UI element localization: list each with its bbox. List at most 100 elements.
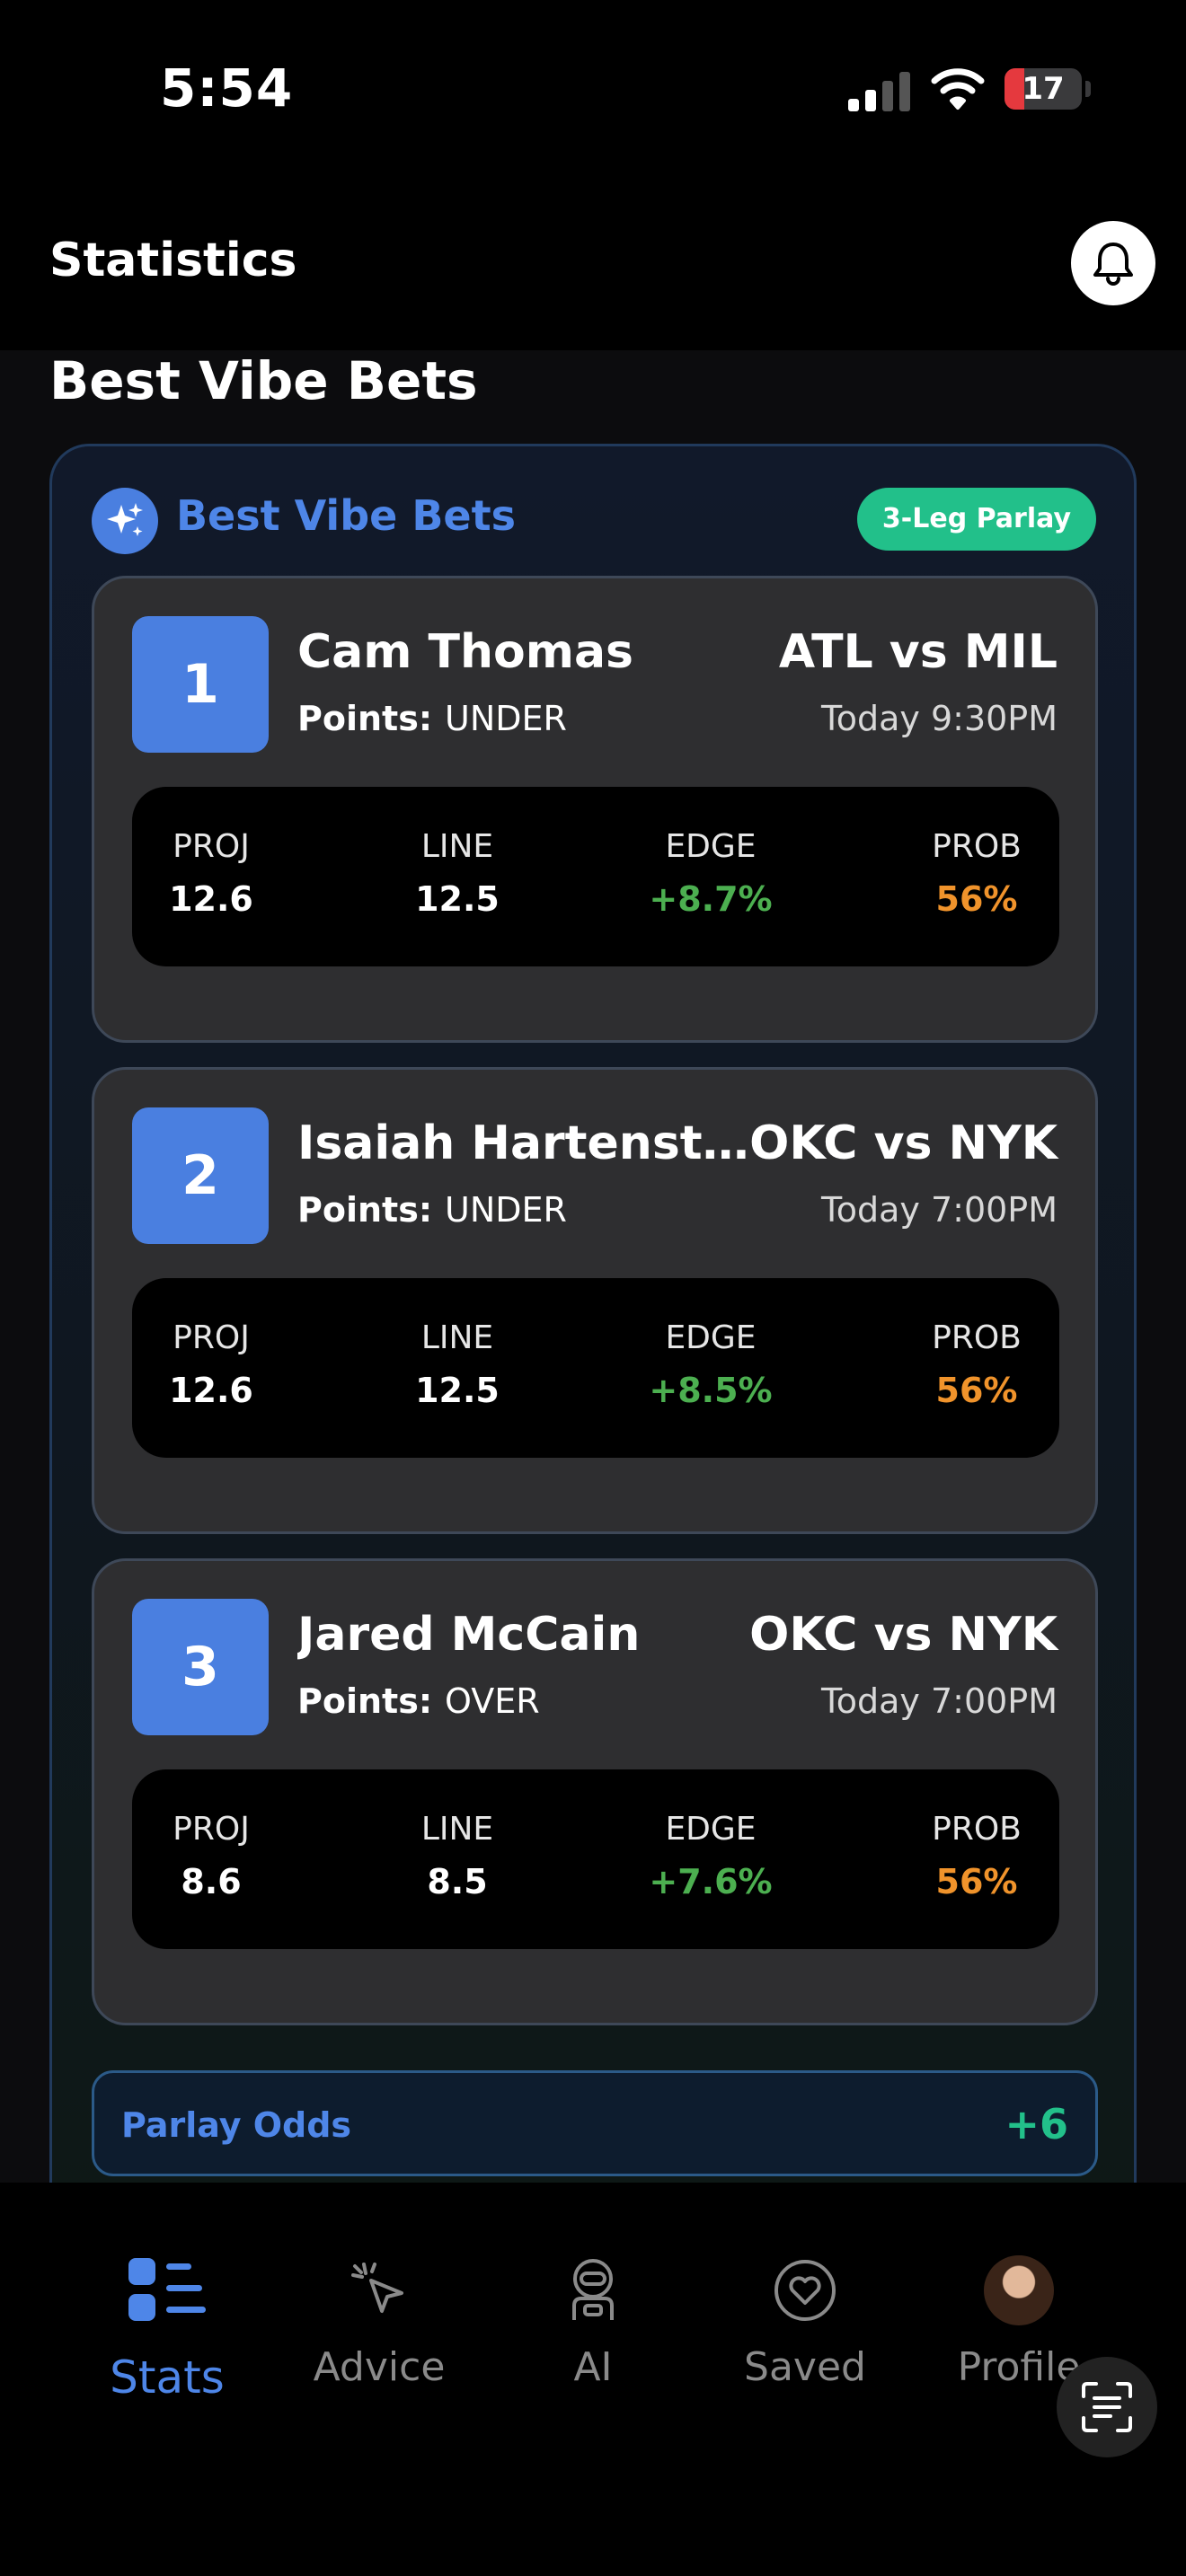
stat-value: +8.5% [649,1371,773,1410]
stat-value: 12.5 [415,1371,500,1410]
card-title: Best Vibe Bets [176,491,516,540]
stat-value: 8.6 [181,1862,242,1901]
scan-text-icon [1082,2382,1132,2432]
stat-value: +8.7% [649,879,773,919]
stat-value: 56% [935,879,1018,919]
stat-label: PROB [932,828,1022,865]
bell-icon [1093,243,1133,286]
stat-proj: PROJ 8.6 [121,1811,301,1901]
section-title: Best Vibe Bets [49,350,478,411]
cursor-click-icon [271,2245,487,2335]
stat-value: 12.6 [169,879,253,919]
robot-icon [485,2245,701,2335]
stats-box: PROJ 12.6 LINE 12.5 EDGE +8.7% PROB 56% [132,787,1059,966]
sparkles-icon [92,488,158,554]
stats-box: PROJ 8.6 LINE 8.5 EDGE +7.6% PROB 56% [132,1769,1059,1949]
stat-label: PROB [932,1319,1022,1356]
stat-prob: PROB 56% [887,1811,1067,1901]
page-title: Statistics [49,234,297,287]
stat-label: PROJ [173,828,250,865]
bet-card[interactable]: 1 Cam Thomas Points: UNDER ATL vs MIL Tod… [92,576,1098,1043]
avatar [984,2255,1054,2325]
signal-icon [848,70,911,111]
rank-badge: 1 [132,616,269,753]
rank-badge: 3 [132,1599,269,1735]
status-time: 5:54 [160,57,294,119]
bet-pick: UNDER [445,1190,567,1230]
stat-edge: EDGE +7.6% [621,1811,801,1901]
player-name: Cam Thomas [297,625,633,679]
stat-value: 56% [935,1862,1018,1901]
scan-text-button[interactable] [1057,2357,1157,2457]
rank-badge: 2 [132,1107,269,1244]
nav-item-saved[interactable]: Saved [697,2245,913,2390]
stat-prob: PROB 56% [887,828,1067,919]
stat-proj: PROJ 12.6 [121,1319,301,1410]
matchup: ATL vs MIL [778,625,1058,679]
player-name: Isaiah Hartenste... [297,1116,765,1170]
stat-label: EDGE [665,1319,757,1356]
bet-pick: UNDER [445,699,567,738]
parlay-odds-bar[interactable]: Parlay Odds +6 [92,2070,1098,2176]
stat-label: EDGE [665,1811,757,1848]
bet-market: Points: UNDER [297,699,567,738]
battery-level: 17 [1022,71,1065,107]
stat-value: 12.5 [415,879,500,919]
nav-label: Stats [110,2351,225,2404]
status-bar: 5:54 17 [0,0,1186,180]
matchup: OKC vs NYK [749,1116,1058,1170]
bottom-nav: Stats Advice AI Saved Profile [0,2183,1186,2576]
stat-value: 56% [935,1371,1018,1410]
bet-card[interactable]: 3 Jared McCain Points: OVER OKC vs NYK To… [92,1558,1098,2025]
matchup: OKC vs NYK [749,1608,1058,1662]
app-header: Statistics [0,180,1186,350]
battery-icon: 17 [1005,68,1082,110]
nav-label: Advice [313,2344,446,2390]
stat-line: LINE 8.5 [367,1811,547,1901]
stat-prob: PROB 56% [887,1319,1067,1410]
bet-market: Points: OVER [297,1681,540,1721]
nav-item-ai[interactable]: AI [485,2245,701,2390]
nav-label: AI [573,2344,613,2390]
bet-market: Points: UNDER [297,1190,567,1230]
battery-tip [1085,81,1091,97]
market-label: Points: [297,1681,433,1721]
notifications-button[interactable] [1071,221,1155,305]
game-time: Today 7:00PM [820,1190,1058,1230]
heart-icon [697,2245,913,2335]
stat-label: EDGE [665,828,757,865]
main-content[interactable]: Best Vibe Bets Best Vibe Bets 3-Leg Parl… [0,350,1186,2183]
parlay-odds-label: Parlay Odds [121,2105,352,2145]
market-label: Points: [297,699,433,738]
stats-icon [59,2245,275,2335]
stat-label: LINE [420,828,494,865]
stat-label: PROB [932,1811,1022,1848]
game-time: Today 9:30PM [820,699,1058,738]
parlay-odds-value: +6 [1005,2100,1068,2148]
stat-value: +7.6% [649,1862,773,1901]
nav-item-advice[interactable]: Advice [271,2245,487,2390]
avatar-wrap [911,2245,1127,2335]
bet-card[interactable]: 2 Isaiah Hartenste... Points: UNDER OKC v… [92,1067,1098,1534]
stat-value: 12.6 [169,1371,253,1410]
stat-line: LINE 12.5 [367,828,547,919]
best-vibe-bets-card: Best Vibe Bets 3-Leg Parlay 1 Cam Thomas… [49,444,1137,2183]
stat-proj: PROJ 12.6 [121,828,301,919]
nav-label: Saved [744,2344,866,2390]
stat-label: PROJ [173,1811,250,1848]
game-time: Today 7:00PM [820,1681,1058,1721]
stat-label: LINE [420,1319,494,1356]
stat-label: PROJ [173,1319,250,1356]
stat-edge: EDGE +8.7% [621,828,801,919]
wifi-icon [931,68,985,110]
stats-box: PROJ 12.6 LINE 12.5 EDGE +8.5% PROB 56% [132,1278,1059,1458]
stat-edge: EDGE +8.5% [621,1319,801,1410]
bet-pick: OVER [445,1681,540,1721]
market-label: Points: [297,1190,433,1230]
nav-item-stats[interactable]: Stats [59,2245,275,2404]
stat-line: LINE 12.5 [367,1319,547,1410]
parlay-badge: 3-Leg Parlay [856,488,1096,551]
stat-label: LINE [420,1811,494,1848]
stat-value: 8.5 [427,1862,488,1901]
player-name: Jared McCain [297,1608,641,1662]
